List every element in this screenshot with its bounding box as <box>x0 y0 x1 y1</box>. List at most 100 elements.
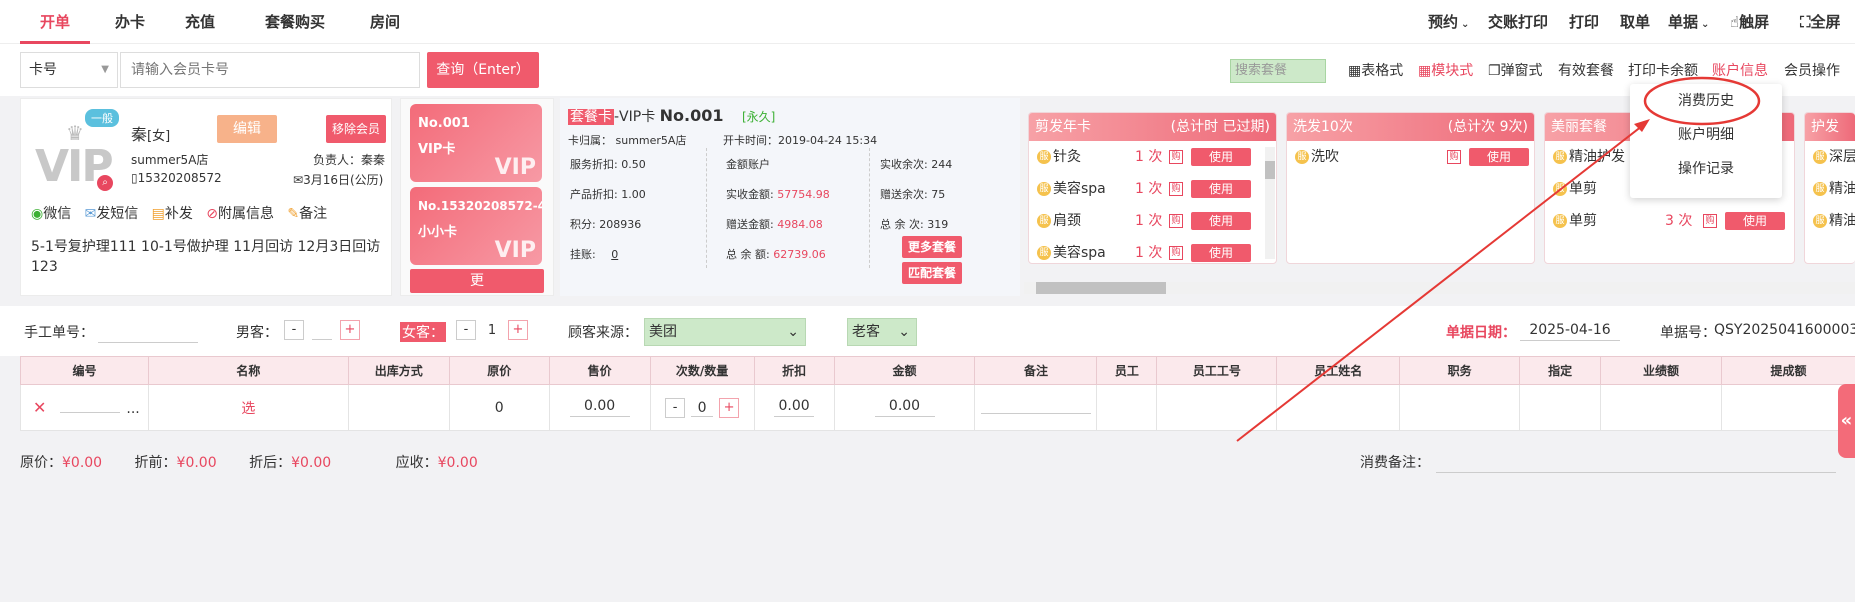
discount-input[interactable]: 0.00 <box>774 398 815 417</box>
scrollbar[interactable] <box>1265 147 1275 259</box>
use-button[interactable]: 使用 <box>1191 148 1251 166</box>
quantity-input[interactable]: 0 <box>691 400 714 417</box>
more-packages-button[interactable]: 更多套餐 <box>902 236 962 258</box>
horizontal-scrollbar[interactable] <box>1024 282 1855 294</box>
remark-input[interactable] <box>980 398 1091 414</box>
buy-icon[interactable]: 购 <box>1169 150 1183 164</box>
side-panel-toggle[interactable]: « <box>1838 384 1855 458</box>
fullscreen-button[interactable]: ⛶全屏 <box>1800 0 1841 44</box>
touch-screen-button[interactable]: ☝触屏 <box>1730 0 1769 44</box>
sale-price-input[interactable]: 0.00 <box>569 398 630 417</box>
match-packages-button[interactable]: 匹配套餐 <box>902 262 962 284</box>
female-stepper[interactable]: -1 + <box>456 320 528 340</box>
remark-action[interactable]: ✎备注 <box>287 206 327 222</box>
sale-price-cell: 0.00 <box>548 384 651 431</box>
valid-packages-link[interactable]: 有效套餐 <box>1558 60 1614 80</box>
print-button[interactable]: 打印 <box>1569 0 1599 44</box>
more-button[interactable]: ... <box>126 401 139 417</box>
item-name-cell: 选 <box>147 384 349 431</box>
appointment-menu[interactable]: 预约 ⌄ <box>1428 0 1469 44</box>
more-cards-button[interactable]: 更 <box>410 269 544 293</box>
tab-room[interactable]: 房间 <box>350 0 420 44</box>
menu-item-consume-history[interactable]: 消费历史 <box>1630 84 1782 118</box>
account-info-link[interactable]: 账户信息 <box>1712 60 1768 80</box>
package-item: 服美容spa 1 次购使用 <box>1029 237 1276 263</box>
delete-row-icon[interactable]: ✕ <box>33 398 46 417</box>
use-button[interactable]: 使用 <box>1191 244 1251 262</box>
bill-menu[interactable]: 单据 ⌄ <box>1668 0 1709 44</box>
view-table-link[interactable]: ▦表格式 <box>1348 60 1403 80</box>
bill-no-value: QSY2025041600003 <box>1714 322 1855 338</box>
member-operation-link[interactable]: 会员操作 <box>1784 60 1840 80</box>
coin-icon: 服 <box>1553 214 1567 228</box>
tab-card-issue[interactable]: 办卡 <box>95 0 165 44</box>
hang-value-link[interactable]: 0 <box>611 248 618 261</box>
info-icon: ⊘ <box>206 206 218 222</box>
member-card-input[interactable] <box>120 52 420 88</box>
column-header: 业绩额 <box>1600 356 1722 385</box>
package-item: 服深层 <box>1805 141 1855 173</box>
manual-no-input[interactable] <box>98 342 198 343</box>
buy-icon[interactable]: 购 <box>1447 150 1461 164</box>
attached-info-action[interactable]: ⊘附属信息 <box>206 206 274 222</box>
plus-button[interactable]: + <box>340 320 360 340</box>
source-label: 顾客来源： <box>568 325 638 341</box>
commission-cell <box>1720 384 1855 431</box>
menu-item-account-detail[interactable]: 账户明细 <box>1630 118 1782 152</box>
package-search-input[interactable]: 搜索套餐 <box>1230 59 1326 83</box>
use-button[interactable]: 使用 <box>1725 212 1785 230</box>
use-button[interactable]: 使用 <box>1469 148 1529 166</box>
card-item[interactable]: No.001 VIP卡 VIP <box>410 104 542 182</box>
edit-icon: ✎ <box>287 206 300 222</box>
view-module-link[interactable]: ▦模块式 <box>1418 60 1473 80</box>
search-type-select[interactable]: 卡号 ▼ <box>20 52 118 88</box>
customer-source-select[interactable]: 美团 ⌄ <box>644 318 806 346</box>
print-balance-link[interactable]: 打印卡余额 <box>1628 60 1698 80</box>
amount-account-label: 金额账户 <box>726 158 770 171</box>
minus-button[interactable]: - <box>284 320 304 340</box>
buy-icon[interactable]: 购 <box>1169 214 1183 228</box>
view-popup-link[interactable]: ❐弹窗式 <box>1488 60 1543 80</box>
minus-button[interactable]: - <box>665 397 686 418</box>
buy-icon[interactable]: 购 <box>1703 214 1717 228</box>
chevron-down-icon: ⌄ <box>1701 19 1710 30</box>
buy-icon[interactable]: 购 <box>1169 246 1183 260</box>
member-cards-panel: No.001 VIP卡 VIP No.15320208572-4 小小卡 VIP… <box>400 98 554 296</box>
chevron-down-icon: ⌄ <box>787 324 799 340</box>
item-code-input[interactable] <box>60 410 121 413</box>
handover-print-button[interactable]: 交账打印 <box>1488 0 1548 44</box>
plus-button[interactable]: + <box>508 320 528 340</box>
sms-action[interactable]: ✉发短信 <box>85 206 139 222</box>
plus-button[interactable]: + <box>719 397 740 418</box>
total-times: 总 余 次: 319 <box>880 218 949 231</box>
consume-remark-input[interactable] <box>1436 472 1836 473</box>
account-info-dropdown: 消费历史 账户明细 操作记录 <box>1630 84 1782 198</box>
card-item[interactable]: No.15320208572-4 小小卡 VIP <box>410 187 542 265</box>
minus-button[interactable]: - <box>456 320 476 340</box>
fetch-bill-button[interactable]: 取单 <box>1620 0 1650 44</box>
use-button[interactable]: 使用 <box>1191 180 1251 198</box>
bill-date-input[interactable]: 2025-04-16 <box>1520 322 1620 341</box>
card-icon: ▤ <box>151 206 165 222</box>
tab-recharge[interactable]: 充值 <box>165 0 235 44</box>
remove-member-button[interactable]: 移除会员 <box>326 115 386 143</box>
bill-items-table: 编号 名称 出库方式 原价 售价 次数/数量 折扣 金额 备注 员工 员工工号 … <box>20 356 1855 431</box>
reissue-action[interactable]: ▤补发 <box>152 206 193 222</box>
edit-member-button[interactable]: 编辑 <box>217 115 277 143</box>
male-stepper[interactable]: - + <box>284 320 360 340</box>
coin-icon: 服 <box>1813 214 1827 228</box>
tab-billing[interactable]: 开单 <box>20 0 90 44</box>
wechat-action[interactable]: ◉微信 <box>31 206 71 222</box>
use-button[interactable]: 使用 <box>1191 212 1251 230</box>
package-summary: (总计次 9次) <box>1447 119 1528 135</box>
tab-package-purchase[interactable]: 套餐购买 <box>245 0 345 44</box>
query-button[interactable]: 查询（Enter） <box>427 52 539 88</box>
paid-amount: 实收金额: 57754.98 <box>726 188 830 201</box>
buy-icon[interactable]: 购 <box>1169 182 1183 196</box>
menu-item-operation-log[interactable]: 操作记录 <box>1630 152 1782 186</box>
amount-input[interactable]: 0.00 <box>874 398 935 417</box>
column-header: 员工工号 <box>1156 356 1278 385</box>
select-item-link[interactable]: 选 <box>241 401 255 417</box>
customer-type-select[interactable]: 老客 ⌄ <box>847 318 917 346</box>
quantity-cell: -0 + <box>649 384 755 431</box>
